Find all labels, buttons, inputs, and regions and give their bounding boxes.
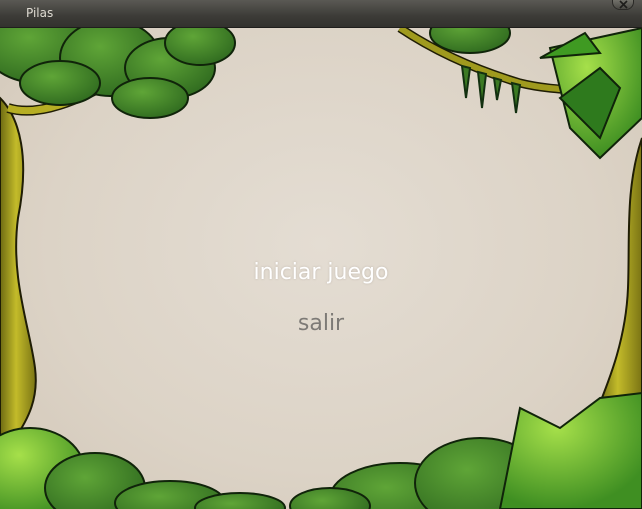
close-icon xyxy=(619,0,628,9)
close-button[interactable] xyxy=(612,0,634,10)
start-game-option[interactable]: iniciar juego xyxy=(0,260,642,285)
window-title: Pilas xyxy=(26,6,54,20)
quit-option[interactable]: salir xyxy=(0,311,642,336)
main-menu: iniciar juego salir xyxy=(0,28,642,509)
title-bar: Pilas xyxy=(0,0,642,28)
game-window: Pilas iniciar juego salir xyxy=(0,0,642,509)
game-canvas: iniciar juego salir xyxy=(0,28,642,509)
